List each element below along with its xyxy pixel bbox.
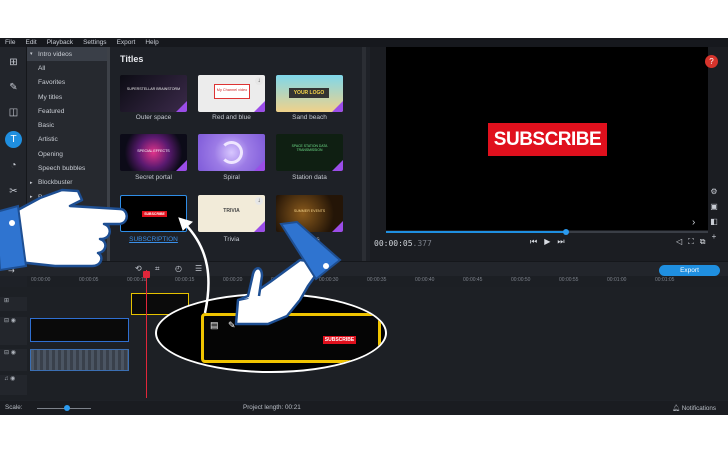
pointing-hand-left — [0, 188, 128, 272]
tutorial-overlay — [0, 188, 342, 326]
pointing-hand-bottom — [234, 220, 342, 326]
